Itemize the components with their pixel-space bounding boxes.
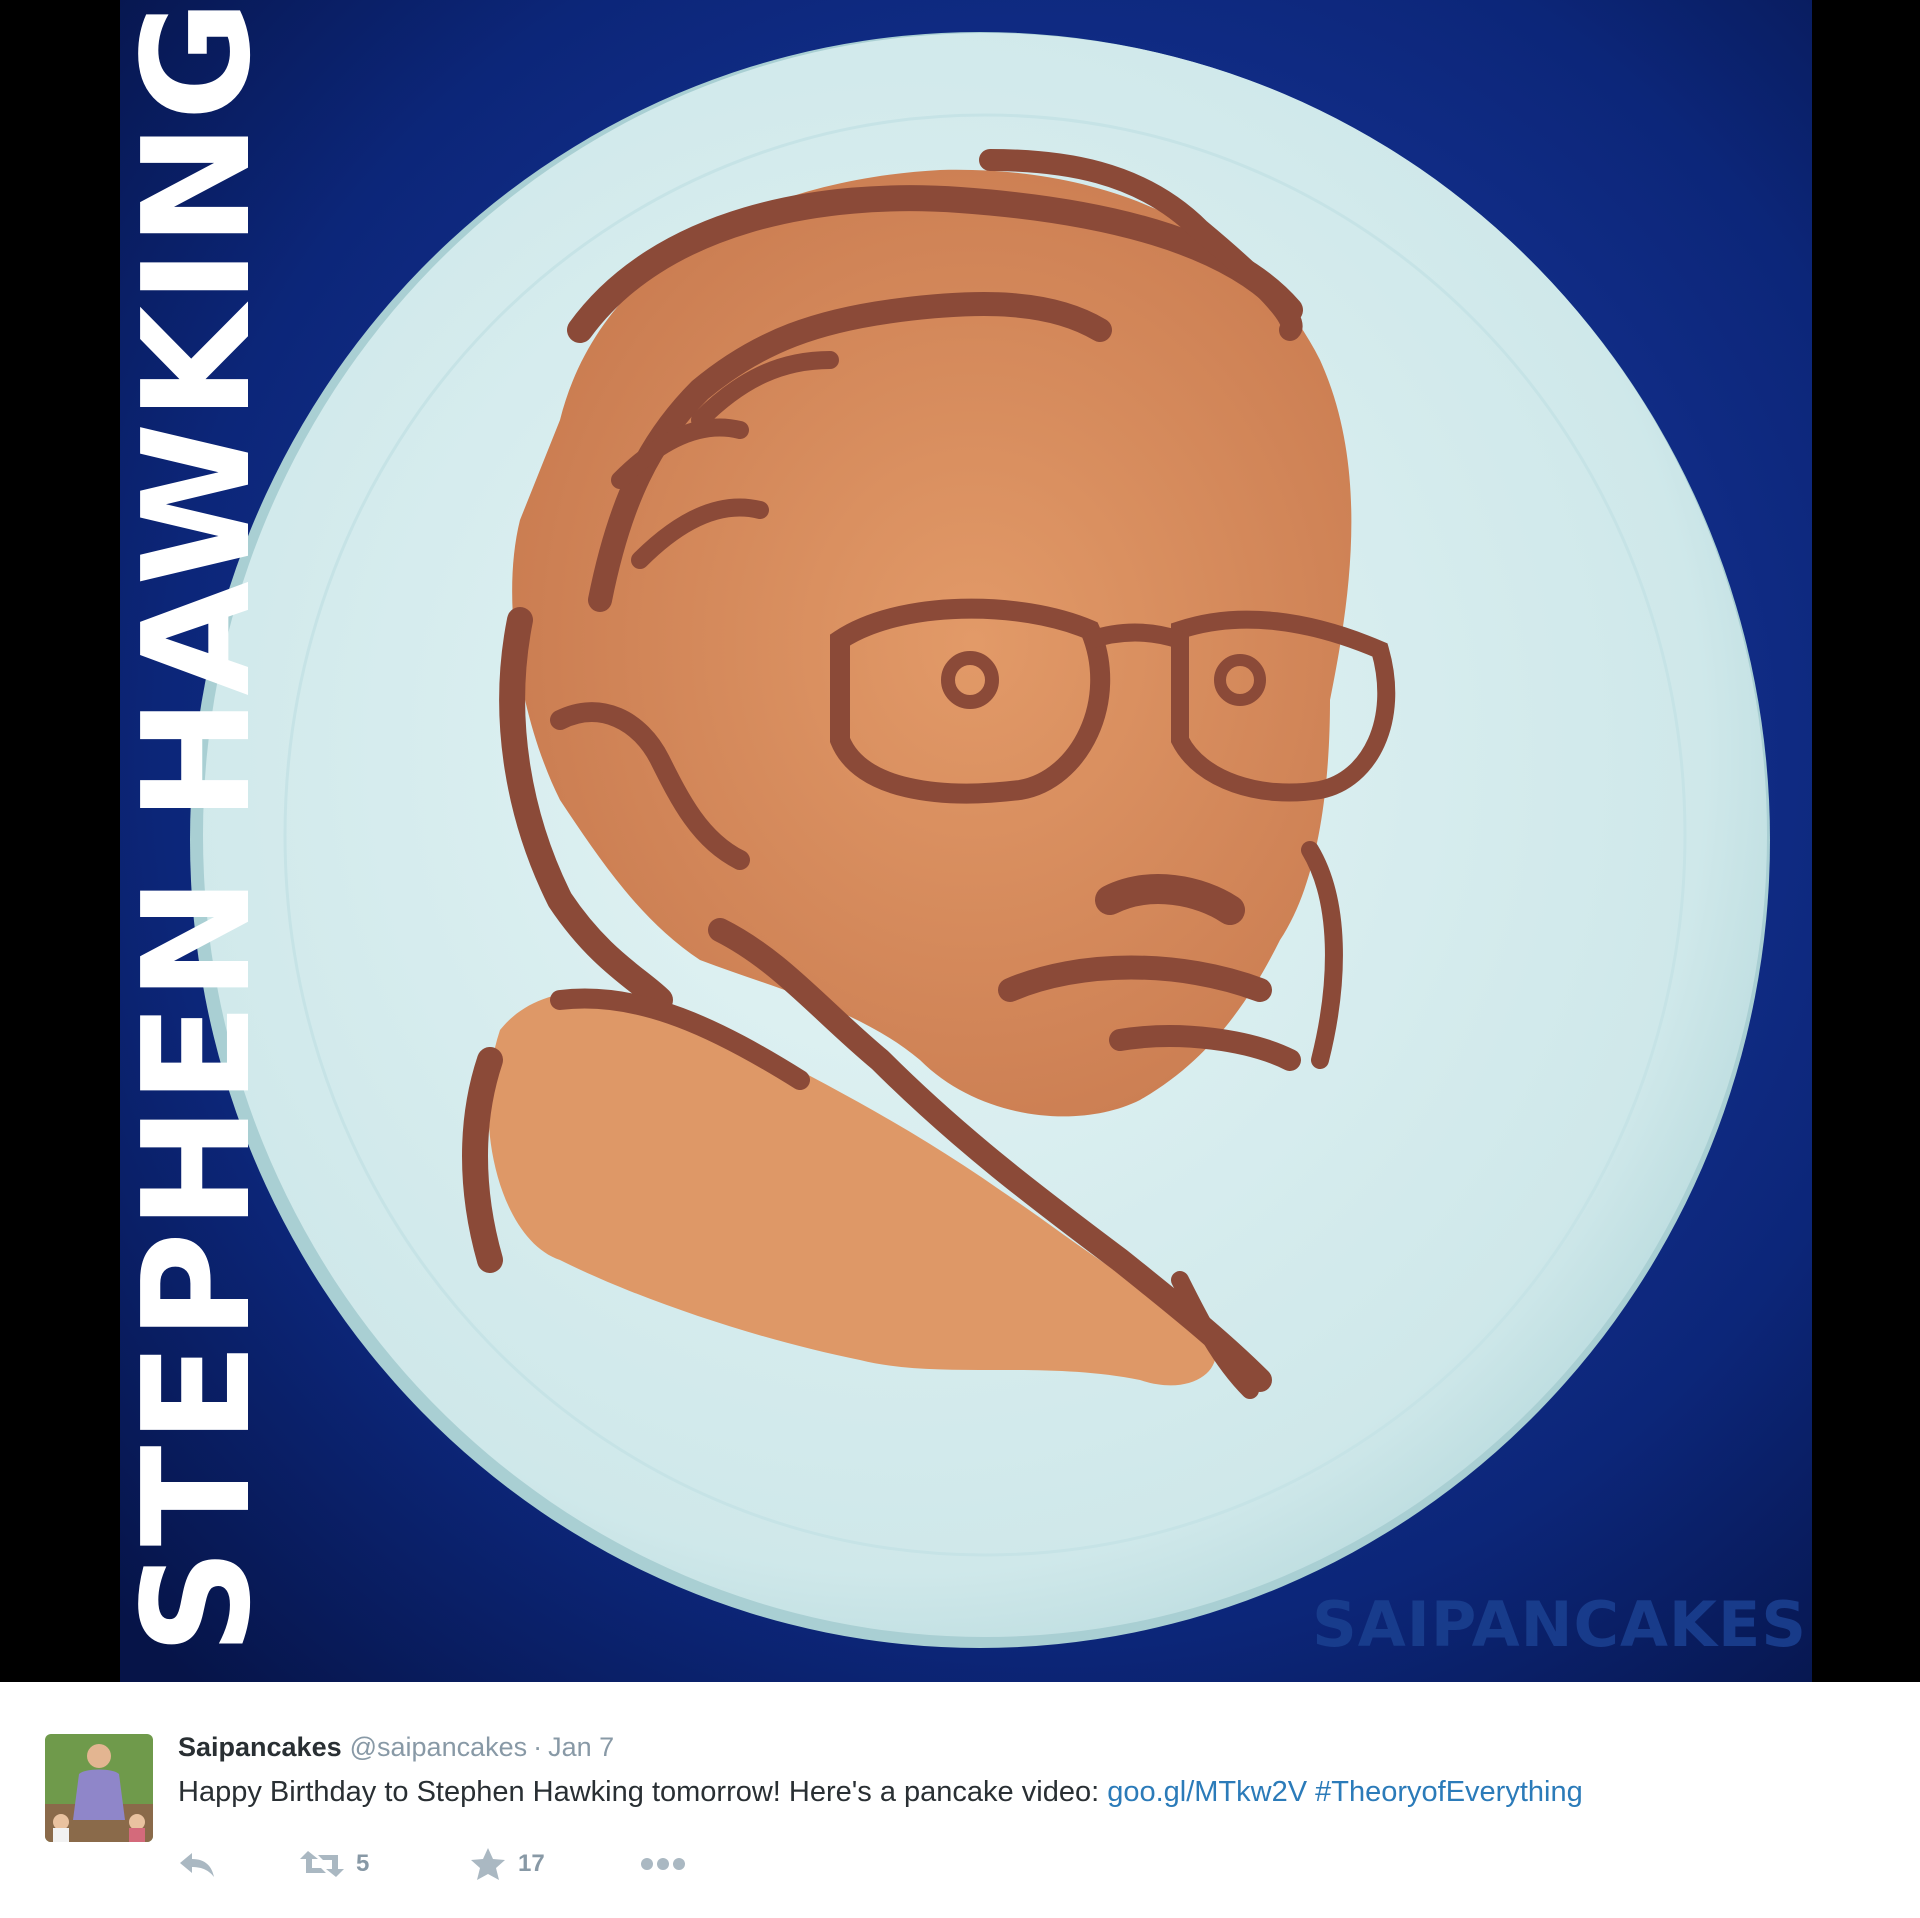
reply-icon [180, 1853, 214, 1877]
vertical-title-text: STEPHEN HAWKING [111, 0, 283, 1655]
retweet-icon [300, 1851, 344, 1877]
user-handle[interactable]: @saipancakes [350, 1732, 528, 1762]
tweet-body: Happy Birthday to Stephen Hawking tomorr… [178, 1776, 1108, 1808]
tweet-actions: 5 17 [178, 1842, 738, 1886]
favorite-button[interactable]: 17 [470, 1842, 545, 1886]
tweet-link[interactable]: goo.gl/MTkw2V [1107, 1776, 1307, 1808]
reply-button[interactable] [178, 1842, 218, 1886]
retweet-button[interactable]: 5 [300, 1842, 369, 1886]
tweet-card: Saipancakes @saipancakes · Jan 7 Happy Birt… [0, 1682, 1920, 1918]
avatar-image [45, 1734, 153, 1842]
tweet-header: Saipancakes @saipancakes · Jan 7 [178, 1732, 614, 1763]
avatar[interactable] [45, 1734, 153, 1842]
tweet-text: Happy Birthday to Stephen Hawking tomorr… [178, 1776, 1583, 1809]
pancake-plate-image [0, 0, 1920, 1682]
more-dots-icon [641, 1858, 685, 1870]
tweet-hashtag[interactable]: #TheoryofEverything [1315, 1776, 1583, 1808]
watermark-text: SAIPANCAKES [1312, 1588, 1807, 1661]
separator-dot: · [533, 1732, 543, 1762]
retweet-count: 5 [356, 1850, 370, 1877]
favorite-count: 17 [518, 1850, 545, 1877]
tweet-photo[interactable]: STEPHEN HAWKING SAIPANCAKES [0, 0, 1920, 1682]
star-icon [471, 1848, 505, 1880]
display-name[interactable]: Saipancakes [178, 1732, 342, 1762]
tweet-timestamp[interactable]: Jan 7 [548, 1732, 614, 1762]
more-button[interactable] [640, 1842, 686, 1886]
